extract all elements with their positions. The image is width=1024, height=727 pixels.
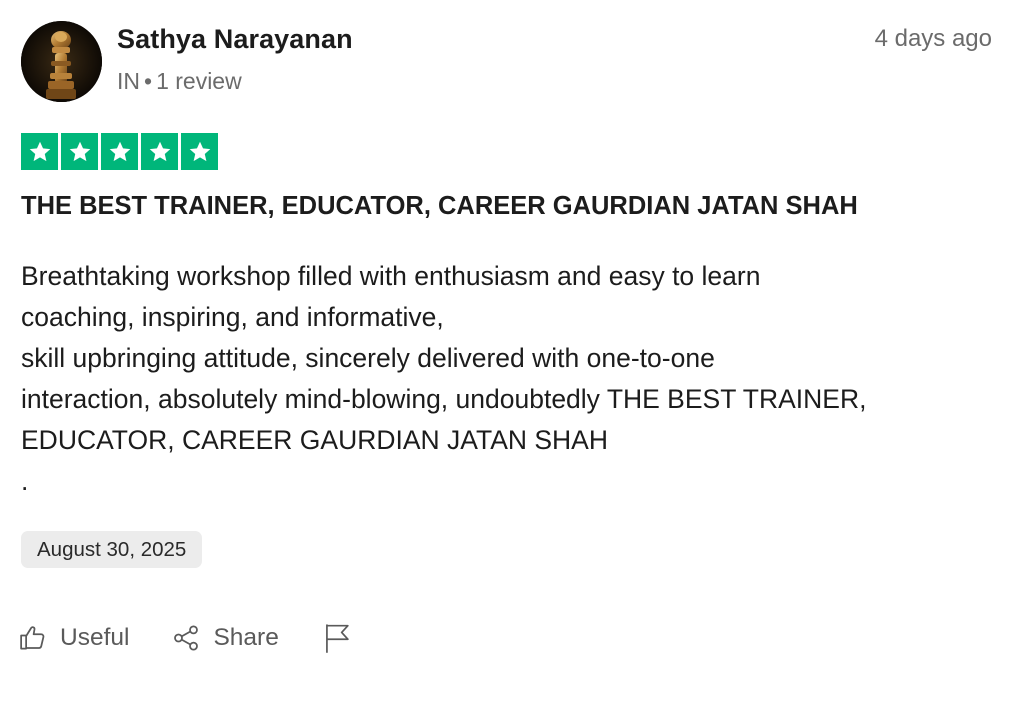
share-button[interactable]: Share [171,623,279,653]
review-body-line: . [21,466,29,496]
report-button[interactable] [323,622,353,654]
review-body-line: coaching, inspiring, and informative, [21,302,444,332]
star-rating [21,133,218,170]
review-time-ago: 4 days ago [874,25,992,52]
review-actions: Useful Share [18,622,353,654]
star-icon [61,133,98,170]
review-body-line: Breathtaking workshop filled with enthus… [21,261,761,291]
useful-label: Useful [60,624,130,651]
review-body-line: EDUCATOR, CAREER GAURDIAN JATAN SHAH [21,425,608,455]
review-body: Breathtaking workshop filled with enthus… [21,256,1006,502]
reviewer-name[interactable]: Sathya Narayanan [117,24,353,55]
flag-icon [323,622,353,654]
star-icon [101,133,138,170]
share-icon [171,623,201,653]
useful-button[interactable]: Useful [18,623,129,653]
reviewer-meta: IN • 1 review [117,68,242,95]
review-body-line: skill upbringing attitude, sincerely del… [21,343,715,373]
thumbs-up-icon [18,623,48,653]
review-date-badge: August 30, 2025 [21,531,203,568]
reviewer-country: IN [117,68,140,94]
avatar[interactable] [21,21,102,102]
meta-separator: • [144,68,153,94]
review-body-line: interaction, absolutely mind-blowing, un… [21,384,867,414]
star-icon [181,133,218,170]
review-card: Sathya Narayanan IN • 1 review 4 days ago … [0,0,1024,727]
star-icon [21,133,58,170]
review-title[interactable]: THE BEST TRAINER, EDUCATOR, CAREER GAURD… [21,192,858,221]
star-icon [141,133,178,170]
reviewer-review-count: 1 review [156,68,242,94]
share-label: Share [213,624,279,651]
